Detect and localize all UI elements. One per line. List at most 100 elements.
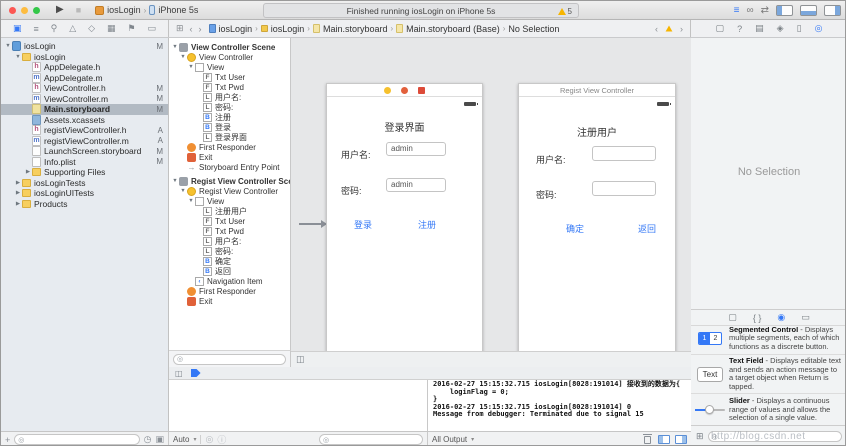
file-row[interactable]: ▶ Products bbox=[1, 199, 168, 210]
file-row[interactable]: m ViewController.m M bbox=[1, 93, 168, 105]
disclosure-triangle[interactable]: ▶ bbox=[14, 180, 22, 186]
file-row[interactable]: h registViewController.h A bbox=[1, 125, 168, 136]
file-row[interactable]: ▶ Supporting Files bbox=[1, 167, 168, 178]
file-row[interactable]: Info.plist M bbox=[1, 156, 168, 168]
stop-button[interactable]: ■ bbox=[76, 5, 81, 15]
disclosure-triangle[interactable]: ▼ bbox=[187, 198, 195, 204]
disclosure-triangle[interactable]: ▼ bbox=[179, 54, 187, 60]
disclosure-triangle[interactable]: ▼ bbox=[4, 43, 12, 49]
regist-screen-title[interactable]: 注册用户 bbox=[519, 124, 675, 139]
storyboard-canvas[interactable]: 登录界面 用户名: admin 密码: admin 登录 注册 Regist V… bbox=[291, 38, 691, 367]
outline-row[interactable]: ▼ View bbox=[169, 196, 290, 206]
outline-row[interactable]: ▼ Regist View Controller Scene bbox=[169, 176, 290, 186]
scheme-selector[interactable]: iosLogin › iPhone 5s bbox=[95, 5, 198, 15]
outline-row[interactable]: ‹ Navigation Item bbox=[169, 276, 290, 286]
outline-row[interactable]: F Txt Pwd bbox=[169, 82, 290, 92]
filter-icon[interactable]: ◎ bbox=[205, 434, 213, 445]
toggle-debug-area-button[interactable] bbox=[800, 5, 817, 16]
view-controller-icon[interactable] bbox=[384, 86, 391, 94]
related-items-icon[interactable]: ⊞ bbox=[176, 23, 184, 34]
library-grid-view-icon[interactable]: ⊞ bbox=[696, 431, 704, 442]
regist-view-controller[interactable]: Regist View Controller 注册用户 用户名: 密码: 确定 … bbox=[518, 83, 676, 353]
breadcrumb-item[interactable]: iosLogin bbox=[208, 24, 252, 34]
console-output-selector[interactable]: All Output bbox=[432, 435, 467, 444]
library-item[interactable]: 1 2 Segmented Control - Displays multiple … bbox=[691, 327, 845, 355]
username-field[interactable] bbox=[592, 146, 656, 161]
disclosure-triangle[interactable]: ▼ bbox=[171, 178, 179, 184]
file-row[interactable]: h AppDelegate.h bbox=[1, 62, 168, 73]
forward-button[interactable]: › bbox=[199, 24, 202, 34]
symbol-navigator-icon[interactable]: ≡ bbox=[33, 24, 38, 34]
show-console-view-icon[interactable] bbox=[675, 435, 687, 444]
info-icon[interactable]: ⓘ bbox=[217, 433, 226, 445]
outline-row[interactable]: → Storyboard Entry Point bbox=[169, 162, 290, 172]
close-window-button[interactable] bbox=[9, 6, 16, 14]
outline-row[interactable]: F Txt User bbox=[169, 216, 290, 226]
standard-editor-button[interactable]: ≡ bbox=[734, 5, 740, 16]
outline-row[interactable]: Exit bbox=[169, 296, 290, 306]
disclosure-triangle[interactable]: ▶ bbox=[14, 190, 22, 196]
test-navigator-icon[interactable]: ◇ bbox=[88, 23, 95, 34]
first-responder-icon[interactable] bbox=[401, 86, 408, 94]
toggle-outline-icon[interactable]: ◫ bbox=[296, 354, 305, 365]
library-item[interactable]: Text Text Field - Displays editable text … bbox=[691, 355, 845, 395]
variables-filter-field[interactable]: ◎ bbox=[319, 434, 423, 445]
outline-row[interactable]: ▼ View Controller bbox=[169, 52, 290, 62]
zoom-window-button[interactable] bbox=[33, 6, 40, 14]
outline-row[interactable]: B 注册 bbox=[169, 112, 290, 122]
file-row[interactable]: h ViewController.h M bbox=[1, 83, 168, 94]
storyboard-entry-point-arrow[interactable] bbox=[299, 220, 327, 228]
disclosure-triangle[interactable]: ▶ bbox=[14, 201, 22, 207]
hide-debug-area-icon[interactable]: ◫ bbox=[175, 369, 183, 378]
breakpoint-navigator-icon[interactable]: ⚑ bbox=[127, 23, 135, 34]
variables-scope-selector[interactable]: Auto bbox=[173, 435, 189, 444]
outline-row[interactable]: L 注册用户 bbox=[169, 206, 290, 216]
file-template-library-icon[interactable]: ▢ bbox=[728, 312, 737, 323]
breakpoints-toggle-icon[interactable] bbox=[190, 369, 201, 377]
disclosure-triangle[interactable]: ▼ bbox=[187, 64, 195, 70]
debug-navigator-icon[interactable]: ▦ bbox=[107, 23, 116, 34]
search-navigator-icon[interactable]: ⚲ bbox=[51, 23, 58, 34]
breadcrumb-item[interactable]: Main.storyboard (Base) bbox=[396, 24, 500, 34]
file-inspector-icon[interactable]: ▢ bbox=[716, 23, 725, 34]
file-row[interactable]: LaunchScreen.storyboard M bbox=[1, 146, 168, 157]
login-vc-header[interactable] bbox=[327, 84, 482, 97]
size-inspector-icon[interactable]: ▯ bbox=[797, 23, 802, 34]
report-navigator-icon[interactable]: ▭ bbox=[147, 23, 156, 34]
code-snippet-library-icon[interactable]: { } bbox=[753, 313, 762, 323]
disclosure-triangle[interactable]: ▼ bbox=[179, 188, 187, 194]
disclosure-triangle[interactable]: ▶ bbox=[24, 169, 32, 175]
previous-issue-button[interactable]: ‹ bbox=[655, 24, 658, 34]
library-filter-field[interactable]: ◎ bbox=[707, 431, 842, 442]
console-output[interactable]: 2016-02-27 15:15:32.715 iosLogin[8028:19… bbox=[428, 380, 691, 431]
username-label[interactable]: 用户名: bbox=[341, 148, 371, 161]
identity-inspector-icon[interactable]: ▤ bbox=[755, 23, 764, 34]
source-control-status-icon[interactable]: ▣ bbox=[155, 434, 164, 445]
clear-console-icon[interactable] bbox=[643, 434, 652, 444]
password-label[interactable]: 密码: bbox=[536, 188, 557, 201]
outline-row[interactable]: First Responder bbox=[169, 142, 290, 152]
file-row[interactable]: ▼ iosLogin M bbox=[1, 41, 168, 52]
attributes-inspector-icon[interactable]: ◈ bbox=[777, 23, 784, 34]
file-row[interactable]: m AppDelegate.m bbox=[1, 72, 168, 84]
username-field[interactable]: admin bbox=[386, 142, 446, 156]
version-editor-button[interactable]: ⇄ bbox=[761, 5, 769, 16]
disclosure-triangle[interactable]: ▼ bbox=[14, 54, 22, 60]
outline-row[interactable]: B 返回 bbox=[169, 266, 290, 276]
outline-row[interactable]: L 用户名: bbox=[169, 236, 290, 246]
show-variables-view-icon[interactable] bbox=[658, 435, 670, 444]
recent-files-icon[interactable]: ◷ bbox=[144, 434, 152, 445]
object-library-icon[interactable]: ◉ bbox=[777, 312, 785, 323]
navigator-filter-field[interactable]: ◎ bbox=[14, 434, 140, 445]
login-button[interactable]: 登录 bbox=[354, 218, 372, 231]
disclosure-triangle[interactable]: ▼ bbox=[171, 44, 179, 50]
file-row[interactable]: ▶ iosLoginUITests bbox=[1, 188, 168, 199]
breadcrumb-item[interactable]: Main.storyboard bbox=[312, 24, 387, 34]
regist-vc-header[interactable]: Regist View Controller bbox=[519, 84, 675, 97]
issue-navigator-icon[interactable]: △ bbox=[69, 23, 76, 34]
media-library-icon[interactable]: ▭ bbox=[801, 312, 810, 323]
breadcrumb-item[interactable]: iosLogin bbox=[260, 24, 304, 34]
password-field[interactable] bbox=[592, 181, 656, 196]
outline-row[interactable]: ▼ View bbox=[169, 62, 290, 72]
register-button[interactable]: 注册 bbox=[418, 218, 436, 231]
